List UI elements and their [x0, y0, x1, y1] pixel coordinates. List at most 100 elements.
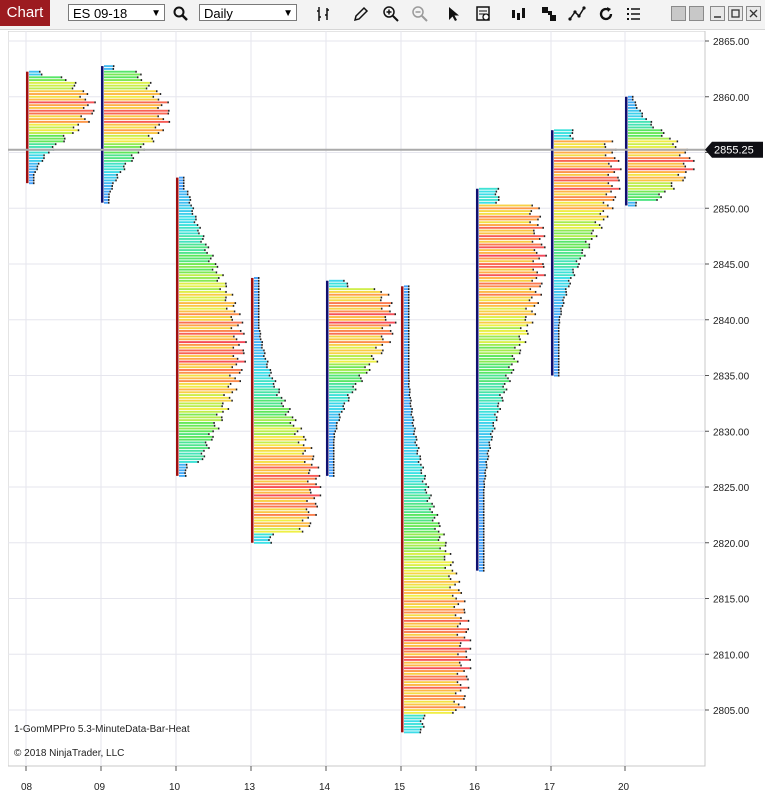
- volume-bar-tip: [315, 477, 317, 480]
- reload-icon[interactable]: [597, 5, 615, 23]
- volume-bar-tip: [489, 447, 492, 449]
- volume-bar: [479, 187, 498, 190]
- search-icon[interactable]: [172, 5, 190, 23]
- volume-bar-tip: [407, 324, 410, 327]
- volume-bar-tip: [684, 165, 687, 168]
- volume-bar: [404, 413, 411, 416]
- close-button[interactable]: [746, 6, 761, 21]
- price-chart[interactable]: 2865.002860.002855.002850.002845.002840.…: [7, 30, 765, 797]
- volume-bar: [404, 533, 444, 536]
- volume-bar: [404, 703, 458, 706]
- volume-bar: [254, 513, 316, 516]
- period-selector[interactable]: Daily ▼: [199, 4, 297, 21]
- volume-bar: [29, 101, 95, 104]
- volume-bar-tip: [495, 190, 498, 193]
- volume-bar: [404, 575, 449, 578]
- volume-bar: [554, 299, 563, 302]
- instrument-selector[interactable]: ES 09-18 ▼: [68, 4, 165, 21]
- volume-bar: [329, 327, 382, 330]
- volume-bar: [29, 129, 78, 132]
- pointer-icon[interactable]: [445, 5, 463, 23]
- volume-bar: [404, 544, 445, 547]
- volume-bar-tip: [132, 157, 135, 160]
- volume-bar-tip: [407, 360, 410, 363]
- volume-bar: [329, 399, 348, 402]
- volume-bar: [628, 179, 683, 182]
- volume-bar: [254, 444, 303, 447]
- volume-bar: [554, 324, 558, 327]
- volume-bar-tip: [425, 483, 427, 486]
- volume-bar: [329, 380, 362, 383]
- volume-bar-tip: [407, 318, 410, 321]
- volume-bar-tip: [152, 140, 155, 143]
- volume-bar-tip: [212, 254, 214, 257]
- volume-bar-tip: [257, 277, 260, 279]
- volume-bar: [554, 137, 573, 140]
- volume-bar-tip: [208, 433, 210, 436]
- volume-bar: [179, 396, 229, 399]
- volume-bar-tip: [88, 120, 90, 123]
- volume-bar: [628, 168, 694, 171]
- volume-bar: [554, 360, 558, 363]
- volume-bar-tip: [557, 366, 560, 369]
- volume-bar: [329, 427, 336, 430]
- data-box-icon[interactable]: [475, 5, 493, 23]
- volume-bar: [404, 678, 468, 681]
- chevron-down-icon: ▼: [283, 8, 293, 19]
- bar-type-icon[interactable]: [315, 5, 333, 23]
- volume-bar-tip: [257, 279, 260, 282]
- volume-bar: [179, 201, 189, 204]
- volume-bar-tip: [310, 447, 313, 449]
- volume-bar: [554, 346, 558, 349]
- volume-bar: [404, 728, 420, 731]
- volume-bar-tip: [264, 357, 267, 360]
- volume-bar-tip: [407, 363, 410, 366]
- volume-bar-tip: [467, 628, 470, 631]
- volume-bar-tip: [541, 282, 543, 285]
- chart-tab[interactable]: Chart: [0, 0, 50, 26]
- volume-bar-tip: [407, 352, 410, 355]
- volume-bar: [479, 435, 492, 438]
- volume-bar: [254, 316, 258, 318]
- volume-bar: [628, 112, 642, 115]
- minimize-button[interactable]: [710, 6, 725, 21]
- volume-bar-tip: [483, 483, 486, 486]
- volume-bar: [404, 441, 415, 444]
- volume-bar-tip: [182, 182, 185, 185]
- volume-bar: [329, 371, 366, 374]
- volume-bar: [29, 76, 61, 79]
- volume-bar: [554, 143, 604, 146]
- volume-bar: [329, 433, 334, 436]
- volume-bar: [404, 491, 426, 494]
- maximize-button[interactable]: [728, 6, 743, 21]
- volume-bar: [479, 235, 544, 238]
- volume-bar-tip: [588, 246, 591, 249]
- zoom-out-icon[interactable]: [411, 5, 429, 23]
- volume-bar: [554, 321, 559, 324]
- volume-bar: [104, 70, 136, 73]
- volume-bar: [554, 204, 608, 207]
- volume-bar-tip: [206, 251, 208, 254]
- volume-bar: [479, 449, 488, 452]
- volume-bar: [479, 458, 487, 461]
- volume-bar: [329, 396, 349, 399]
- volume-bar-tip: [482, 555, 485, 558]
- volume-bar: [404, 285, 408, 288]
- drawing-tools-icon[interactable]: [568, 5, 586, 23]
- zoom-in-icon[interactable]: [382, 5, 400, 23]
- layout-right-button[interactable]: [689, 6, 704, 21]
- volume-bar-tip: [232, 355, 235, 357]
- volume-bar: [254, 394, 277, 397]
- volume-bar: [179, 327, 231, 330]
- indicators-icon[interactable]: [510, 5, 528, 23]
- volume-bar: [179, 332, 244, 335]
- volume-bar: [404, 541, 446, 544]
- pencil-icon[interactable]: [352, 5, 370, 23]
- strategies-icon[interactable]: [540, 5, 558, 23]
- chart-panel[interactable]: 2865.002860.002855.002850.002845.002840.…: [7, 30, 765, 797]
- volume-bar-tip: [557, 349, 560, 352]
- layout-left-button[interactable]: [671, 6, 686, 21]
- volume-bar-tip: [234, 302, 237, 305]
- volume-bar: [404, 472, 421, 475]
- properties-list-icon[interactable]: [625, 5, 643, 23]
